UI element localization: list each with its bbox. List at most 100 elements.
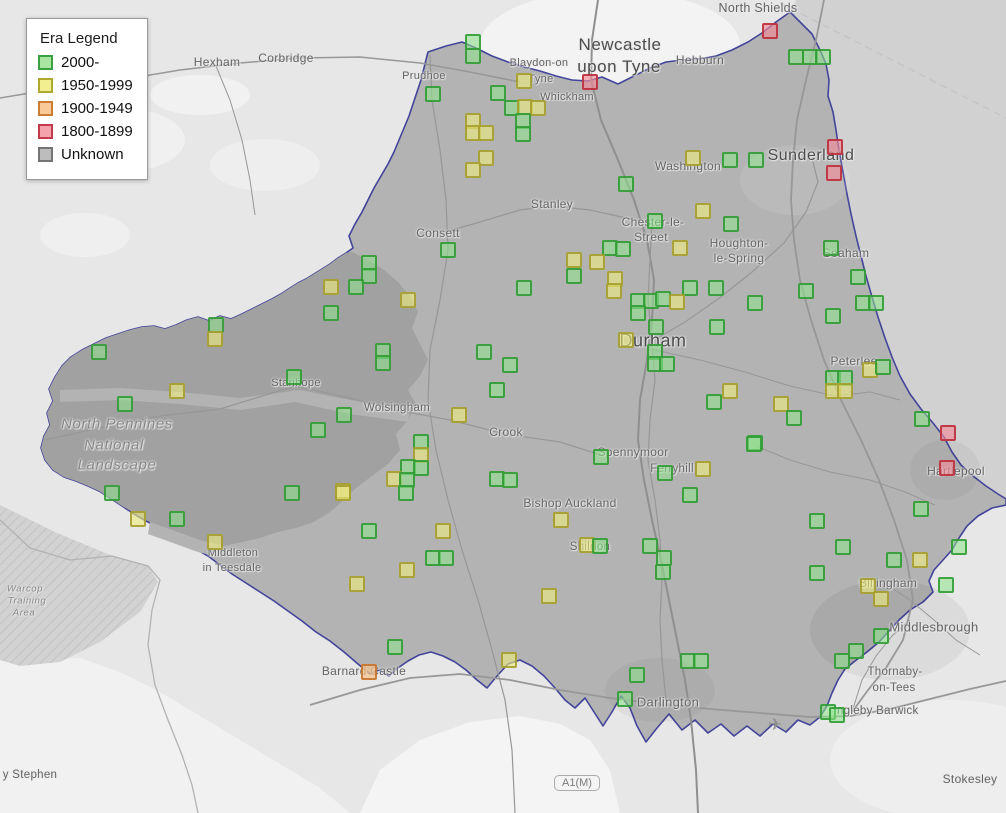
era-marker-2000[interactable] xyxy=(798,283,814,299)
era-marker-1950-1999[interactable] xyxy=(349,576,365,592)
era-marker-2000[interactable] xyxy=(465,48,481,64)
era-marker-2000[interactable] xyxy=(655,564,671,580)
era-marker-1950-1999[interactable] xyxy=(169,383,185,399)
era-marker-2000[interactable] xyxy=(593,449,609,465)
era-marker-2000[interactable] xyxy=(706,394,722,410)
era-marker-2000[interactable] xyxy=(592,538,608,554)
era-marker-2000[interactable] xyxy=(914,411,930,427)
era-marker-2000[interactable] xyxy=(815,49,831,65)
era-marker-2000[interactable] xyxy=(348,279,364,295)
era-marker-2000[interactable] xyxy=(723,216,739,232)
era-marker-2000[interactable] xyxy=(834,653,850,669)
era-marker-1950-1999[interactable] xyxy=(335,485,351,501)
era-marker-1950-1999[interactable] xyxy=(541,588,557,604)
era-marker-1950-1999[interactable] xyxy=(606,283,622,299)
era-marker-2000[interactable] xyxy=(398,485,414,501)
era-marker-2000[interactable] xyxy=(647,213,663,229)
era-marker-2000[interactable] xyxy=(502,357,518,373)
era-marker-2000[interactable] xyxy=(682,487,698,503)
era-marker-1800-1899[interactable] xyxy=(827,139,843,155)
era-marker-2000[interactable] xyxy=(786,410,802,426)
era-marker-2000[interactable] xyxy=(615,241,631,257)
era-marker-2000[interactable] xyxy=(387,639,403,655)
era-marker-1950-1999[interactable] xyxy=(695,461,711,477)
era-marker-1950-1999[interactable] xyxy=(400,292,416,308)
era-marker-2000[interactable] xyxy=(746,436,762,452)
era-marker-2000[interactable] xyxy=(169,511,185,527)
era-marker-2000[interactable] xyxy=(657,465,673,481)
era-marker-2000[interactable] xyxy=(809,565,825,581)
era-marker-2000[interactable] xyxy=(823,240,839,256)
era-marker-2000[interactable] xyxy=(938,577,954,593)
era-marker-1950-1999[interactable] xyxy=(553,512,569,528)
era-marker-2000[interactable] xyxy=(489,382,505,398)
era-marker-2000[interactable] xyxy=(659,356,675,372)
era-marker-1950-1999[interactable] xyxy=(451,407,467,423)
era-marker-2000[interactable] xyxy=(425,86,441,102)
era-marker-1800-1899[interactable] xyxy=(826,165,842,181)
era-marker-2000[interactable] xyxy=(848,643,864,659)
era-marker-1950-1999[interactable] xyxy=(478,125,494,141)
era-marker-2000[interactable] xyxy=(490,85,506,101)
map-viewport[interactable]: Hexham Corbridge Prudhoe Blaydon-on Tyne Whic… xyxy=(0,0,1006,813)
era-marker-2000[interactable] xyxy=(630,305,646,321)
era-marker-2000[interactable] xyxy=(91,344,107,360)
era-marker-1950-1999[interactable] xyxy=(323,279,339,295)
era-marker-2000[interactable] xyxy=(709,319,725,335)
era-marker-2000[interactable] xyxy=(361,523,377,539)
era-marker-1950-1999[interactable] xyxy=(207,331,223,347)
era-marker-1950-1999[interactable] xyxy=(618,332,634,348)
era-marker-1950-1999[interactable] xyxy=(695,203,711,219)
era-marker-2000[interactable] xyxy=(476,344,492,360)
era-marker-1950-1999[interactable] xyxy=(566,252,582,268)
era-marker-1800-1899[interactable] xyxy=(939,460,955,476)
era-marker-2000[interactable] xyxy=(829,707,845,723)
era-marker-1950-1999[interactable] xyxy=(530,100,546,116)
era-marker-1950-1999[interactable] xyxy=(589,254,605,270)
era-marker-2000[interactable] xyxy=(440,242,456,258)
era-marker-1950-1999[interactable] xyxy=(669,294,685,310)
era-marker-2000[interactable] xyxy=(502,472,518,488)
era-marker-2000[interactable] xyxy=(873,628,889,644)
era-marker-1950-1999[interactable] xyxy=(837,383,853,399)
era-marker-2000[interactable] xyxy=(516,280,532,296)
era-marker-2000[interactable] xyxy=(515,126,531,142)
era-marker-2000[interactable] xyxy=(748,152,764,168)
era-marker-2000[interactable] xyxy=(868,295,884,311)
era-marker-2000[interactable] xyxy=(286,369,302,385)
era-marker-2000[interactable] xyxy=(438,550,454,566)
era-marker-1900-1949[interactable] xyxy=(361,664,377,680)
era-marker-2000[interactable] xyxy=(835,539,851,555)
era-marker-2000[interactable] xyxy=(375,355,391,371)
era-marker-1800-1899[interactable] xyxy=(582,74,598,90)
era-marker-1950-1999[interactable] xyxy=(912,552,928,568)
era-marker-2000[interactable] xyxy=(629,667,645,683)
era-marker-2000[interactable] xyxy=(913,501,929,517)
era-marker-2000[interactable] xyxy=(648,319,664,335)
era-marker-2000[interactable] xyxy=(617,691,633,707)
era-marker-2000[interactable] xyxy=(618,176,634,192)
era-marker-2000[interactable] xyxy=(323,305,339,321)
era-marker-1950-1999[interactable] xyxy=(435,523,451,539)
era-marker-2000[interactable] xyxy=(708,280,724,296)
era-marker-2000[interactable] xyxy=(825,308,841,324)
era-marker-2000[interactable] xyxy=(284,485,300,501)
era-marker-1950-1999[interactable] xyxy=(672,240,688,256)
era-marker-1950-1999[interactable] xyxy=(873,591,889,607)
era-marker-2000[interactable] xyxy=(693,653,709,669)
era-marker-1950-1999[interactable] xyxy=(465,162,481,178)
era-marker-1950-1999[interactable] xyxy=(722,383,738,399)
era-marker-1800-1899[interactable] xyxy=(940,425,956,441)
era-marker-2000[interactable] xyxy=(747,295,763,311)
era-marker-1950-1999[interactable] xyxy=(516,73,532,89)
era-marker-2000[interactable] xyxy=(336,407,352,423)
era-marker-2000[interactable] xyxy=(117,396,133,412)
era-marker-2000[interactable] xyxy=(875,359,891,375)
era-marker-1950-1999[interactable] xyxy=(501,652,517,668)
era-marker-2000[interactable] xyxy=(104,485,120,501)
era-marker-1800-1899[interactable] xyxy=(762,23,778,39)
era-marker-2000[interactable] xyxy=(809,513,825,529)
era-marker-2000[interactable] xyxy=(850,269,866,285)
era-marker-1950-1999[interactable] xyxy=(207,534,223,550)
era-marker-2000[interactable] xyxy=(310,422,326,438)
